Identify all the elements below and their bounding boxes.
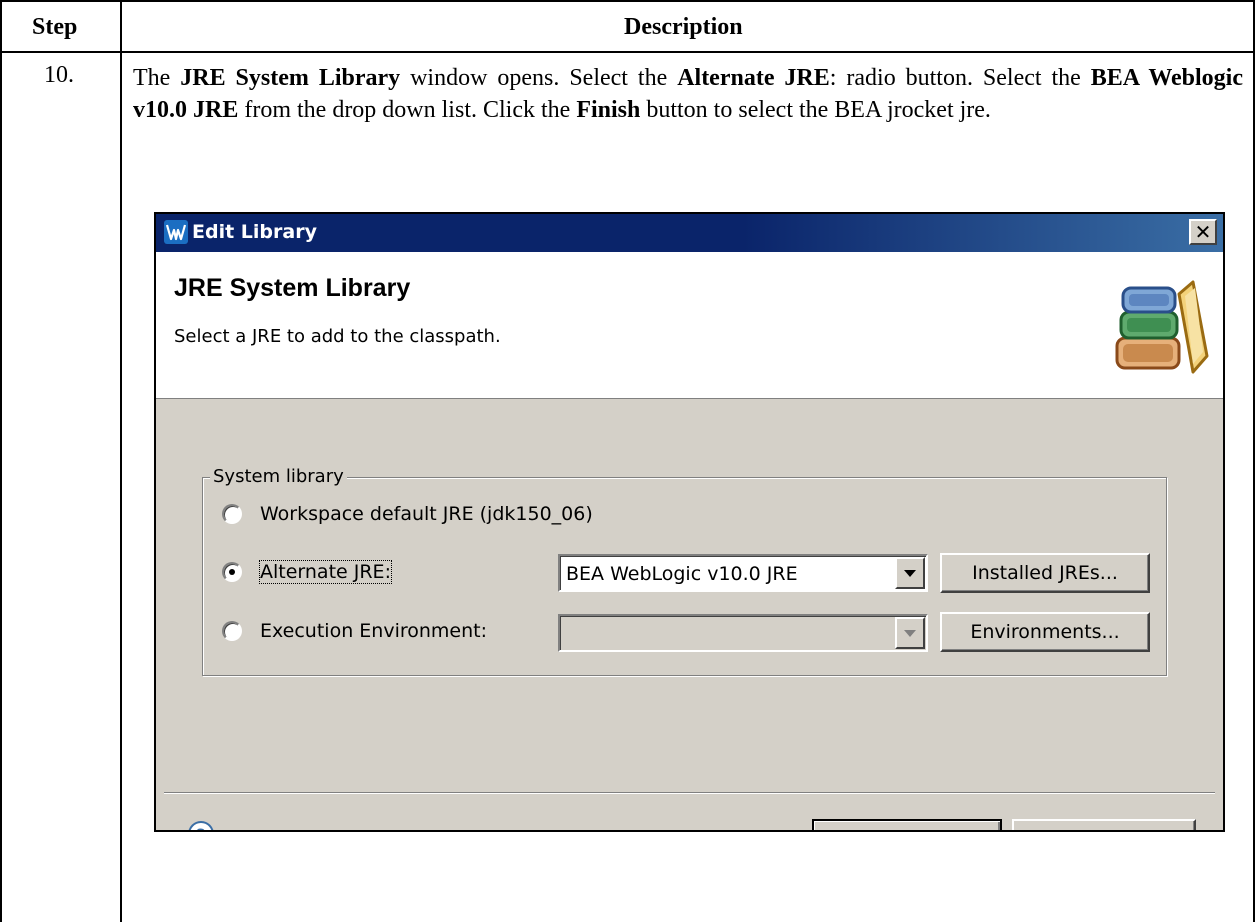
step-description: The JRE System Library window opens. Sel… [133, 62, 1243, 126]
radio-selected-dot [229, 569, 235, 575]
execution-environment-label[interactable]: Execution Environment: [260, 620, 487, 642]
table-border-left [0, 0, 2, 922]
table-column-divider [120, 0, 122, 922]
help-icon[interactable]: ? [188, 821, 214, 830]
group-label: System library [210, 466, 347, 487]
environments-button[interactable]: Environments... [940, 612, 1150, 652]
alternate-jre-label[interactable]: Alternate JRE: [259, 560, 392, 584]
description-bold-run: Finish [576, 97, 641, 123]
execution-environment-select[interactable] [558, 614, 928, 652]
installed-jres-button[interactable]: Installed JREs... [940, 553, 1150, 593]
finish-button[interactable]: Finish [812, 819, 1002, 830]
banner-subtitle: Select a JRE to add to the classpath. [174, 326, 501, 347]
description-text-run: button to select the BEA jrocket jre. [640, 97, 991, 123]
edit-library-dialog: Edit Library ✕ JRE System Library Select… [154, 212, 1225, 832]
header-step: Step [32, 14, 78, 40]
table-border-top [0, 0, 1255, 2]
description-text-run: window opens. Select the [400, 65, 678, 91]
alternate-jre-radio[interactable] [222, 562, 242, 582]
description-text-run: : radio button. Select the [829, 65, 1091, 91]
banner-title: JRE System Library [174, 274, 411, 302]
workspace-default-label[interactable]: Workspace default JRE (jdk150_06) [260, 503, 593, 525]
description-text-run: The [133, 65, 181, 91]
description-text-run: from the drop down list. Click the [238, 97, 577, 123]
footer-separator [164, 792, 1215, 794]
step-number: 10. [44, 62, 74, 88]
dialog-titlebar[interactable]: Edit Library ✕ [156, 214, 1223, 252]
cancel-button[interactable]: Cancel [1012, 819, 1196, 830]
dropdown-arrow-icon[interactable] [895, 617, 925, 649]
alternate-jre-value: BEA WebLogic v10.0 JRE [566, 563, 798, 585]
table-header-divider [0, 51, 1255, 53]
dialog-title: Edit Library [192, 221, 317, 243]
execution-environment-radio[interactable] [222, 621, 242, 641]
description-bold-run: Alternate JRE [677, 65, 830, 91]
dropdown-arrow-icon[interactable] [895, 557, 925, 589]
close-icon: ✕ [1194, 220, 1212, 244]
header-description: Description [624, 14, 743, 40]
dialog-banner: JRE System Library Select a JRE to add t… [156, 252, 1223, 399]
weblogic-logo-icon [164, 220, 188, 244]
description-bold-run: JRE System Library [180, 65, 401, 91]
workspace-default-radio[interactable] [222, 504, 242, 524]
close-button[interactable]: ✕ [1189, 219, 1217, 245]
library-books-icon [1115, 280, 1209, 374]
alternate-jre-select[interactable]: BEA WebLogic v10.0 JRE [558, 554, 928, 592]
